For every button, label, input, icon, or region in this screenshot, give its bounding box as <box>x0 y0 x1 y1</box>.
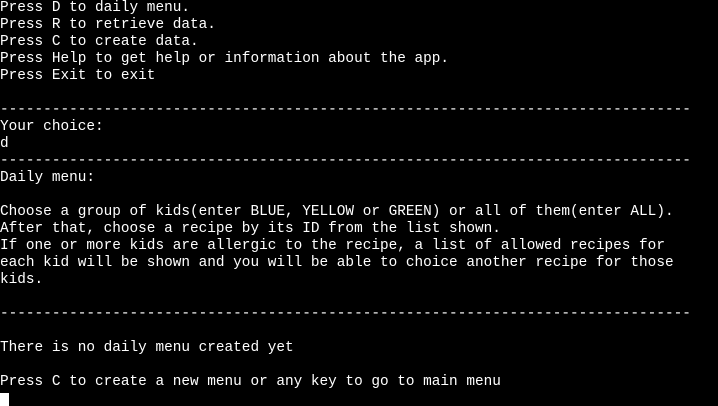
divider: ----------------------------------------… <box>0 153 691 169</box>
choice-input: d <box>0 136 9 152</box>
instruction-line: If one or more kids are allergic to the … <box>0 238 665 254</box>
status-message: There is no daily menu created yet <box>0 340 294 356</box>
create-menu-prompt: Press C to create a new menu or any key … <box>0 374 501 390</box>
instruction-line: Choose a group of kids(enter BLUE, YELLO… <box>0 204 674 220</box>
input-line[interactable] <box>0 391 718 406</box>
instruction-line: kids. <box>0 272 44 288</box>
menu-option-exit: Press Exit to exit <box>0 68 156 84</box>
menu-option-retrieve: Press R to retrieve data. <box>0 17 216 33</box>
text-cursor <box>0 393 9 406</box>
terminal-window[interactable]: Press D to daily menu. Press R to retrie… <box>0 0 718 406</box>
divider: ----------------------------------------… <box>0 102 691 118</box>
menu-option-create: Press C to create data. <box>0 34 199 50</box>
menu-option-daily: Press D to daily menu. <box>0 0 190 16</box>
instruction-line: each kid will be shown and you will be a… <box>0 255 674 271</box>
divider: ----------------------------------------… <box>0 306 691 322</box>
menu-option-help: Press Help to get help or information ab… <box>0 51 450 67</box>
instruction-line: After that, choose a recipe by its ID fr… <box>0 221 501 237</box>
daily-menu-title: Daily menu: <box>0 170 95 186</box>
choice-prompt: Your choice: <box>0 119 104 135</box>
